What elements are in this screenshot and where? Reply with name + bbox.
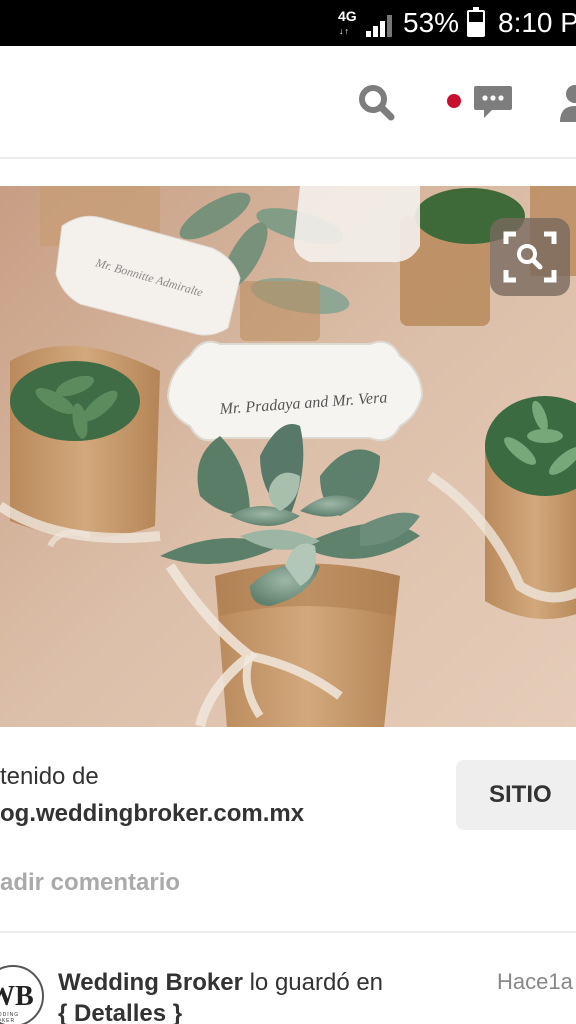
source-domain-link[interactable]: og.weddingbroker.com.mx	[0, 800, 304, 828]
add-comment-input[interactable]: adir comentario	[0, 869, 180, 897]
divider	[0, 931, 576, 933]
signal-icon	[366, 15, 392, 37]
saver-name-link[interactable]: Wedding Broker	[58, 969, 243, 996]
pin-image[interactable]: Mr. Bonnitte Admiralte Mr. Pradaya and M…	[0, 186, 576, 727]
source-label: tenido de	[0, 763, 99, 790]
data-arrows-icon: ↓↑	[339, 26, 350, 36]
status-bar: 4G ↓↑ 53% 8:10 P	[0, 0, 576, 46]
search-icon[interactable]	[356, 82, 396, 122]
battery-percent: 53%	[403, 7, 460, 38]
saved-time: Hace1a	[497, 969, 573, 994]
avatar-subtext: WEDDING BROKER	[0, 1012, 20, 1024]
person-icon[interactable]	[560, 82, 576, 122]
battery-icon	[467, 7, 485, 37]
clock: 8:10 P	[498, 7, 576, 38]
speech-bubble-icon[interactable]	[473, 82, 513, 122]
visit-site-button[interactable]: SITIO	[456, 760, 576, 830]
network-indicator: 4G ↓↑	[338, 8, 357, 36]
notification-dot	[447, 94, 461, 108]
zoom-lens-icon[interactable]	[490, 218, 570, 296]
saved-by-line: Wedding Broker lo guardó en	[58, 969, 383, 997]
saved-action-text: lo guardó en	[242, 969, 384, 996]
avatar[interactable]: WB WEDDING BROKER	[0, 965, 44, 1024]
app-header	[0, 46, 576, 159]
avatar-monogram: WB	[0, 981, 34, 1012]
board-name-link[interactable]: { Detalles }	[58, 1000, 182, 1024]
